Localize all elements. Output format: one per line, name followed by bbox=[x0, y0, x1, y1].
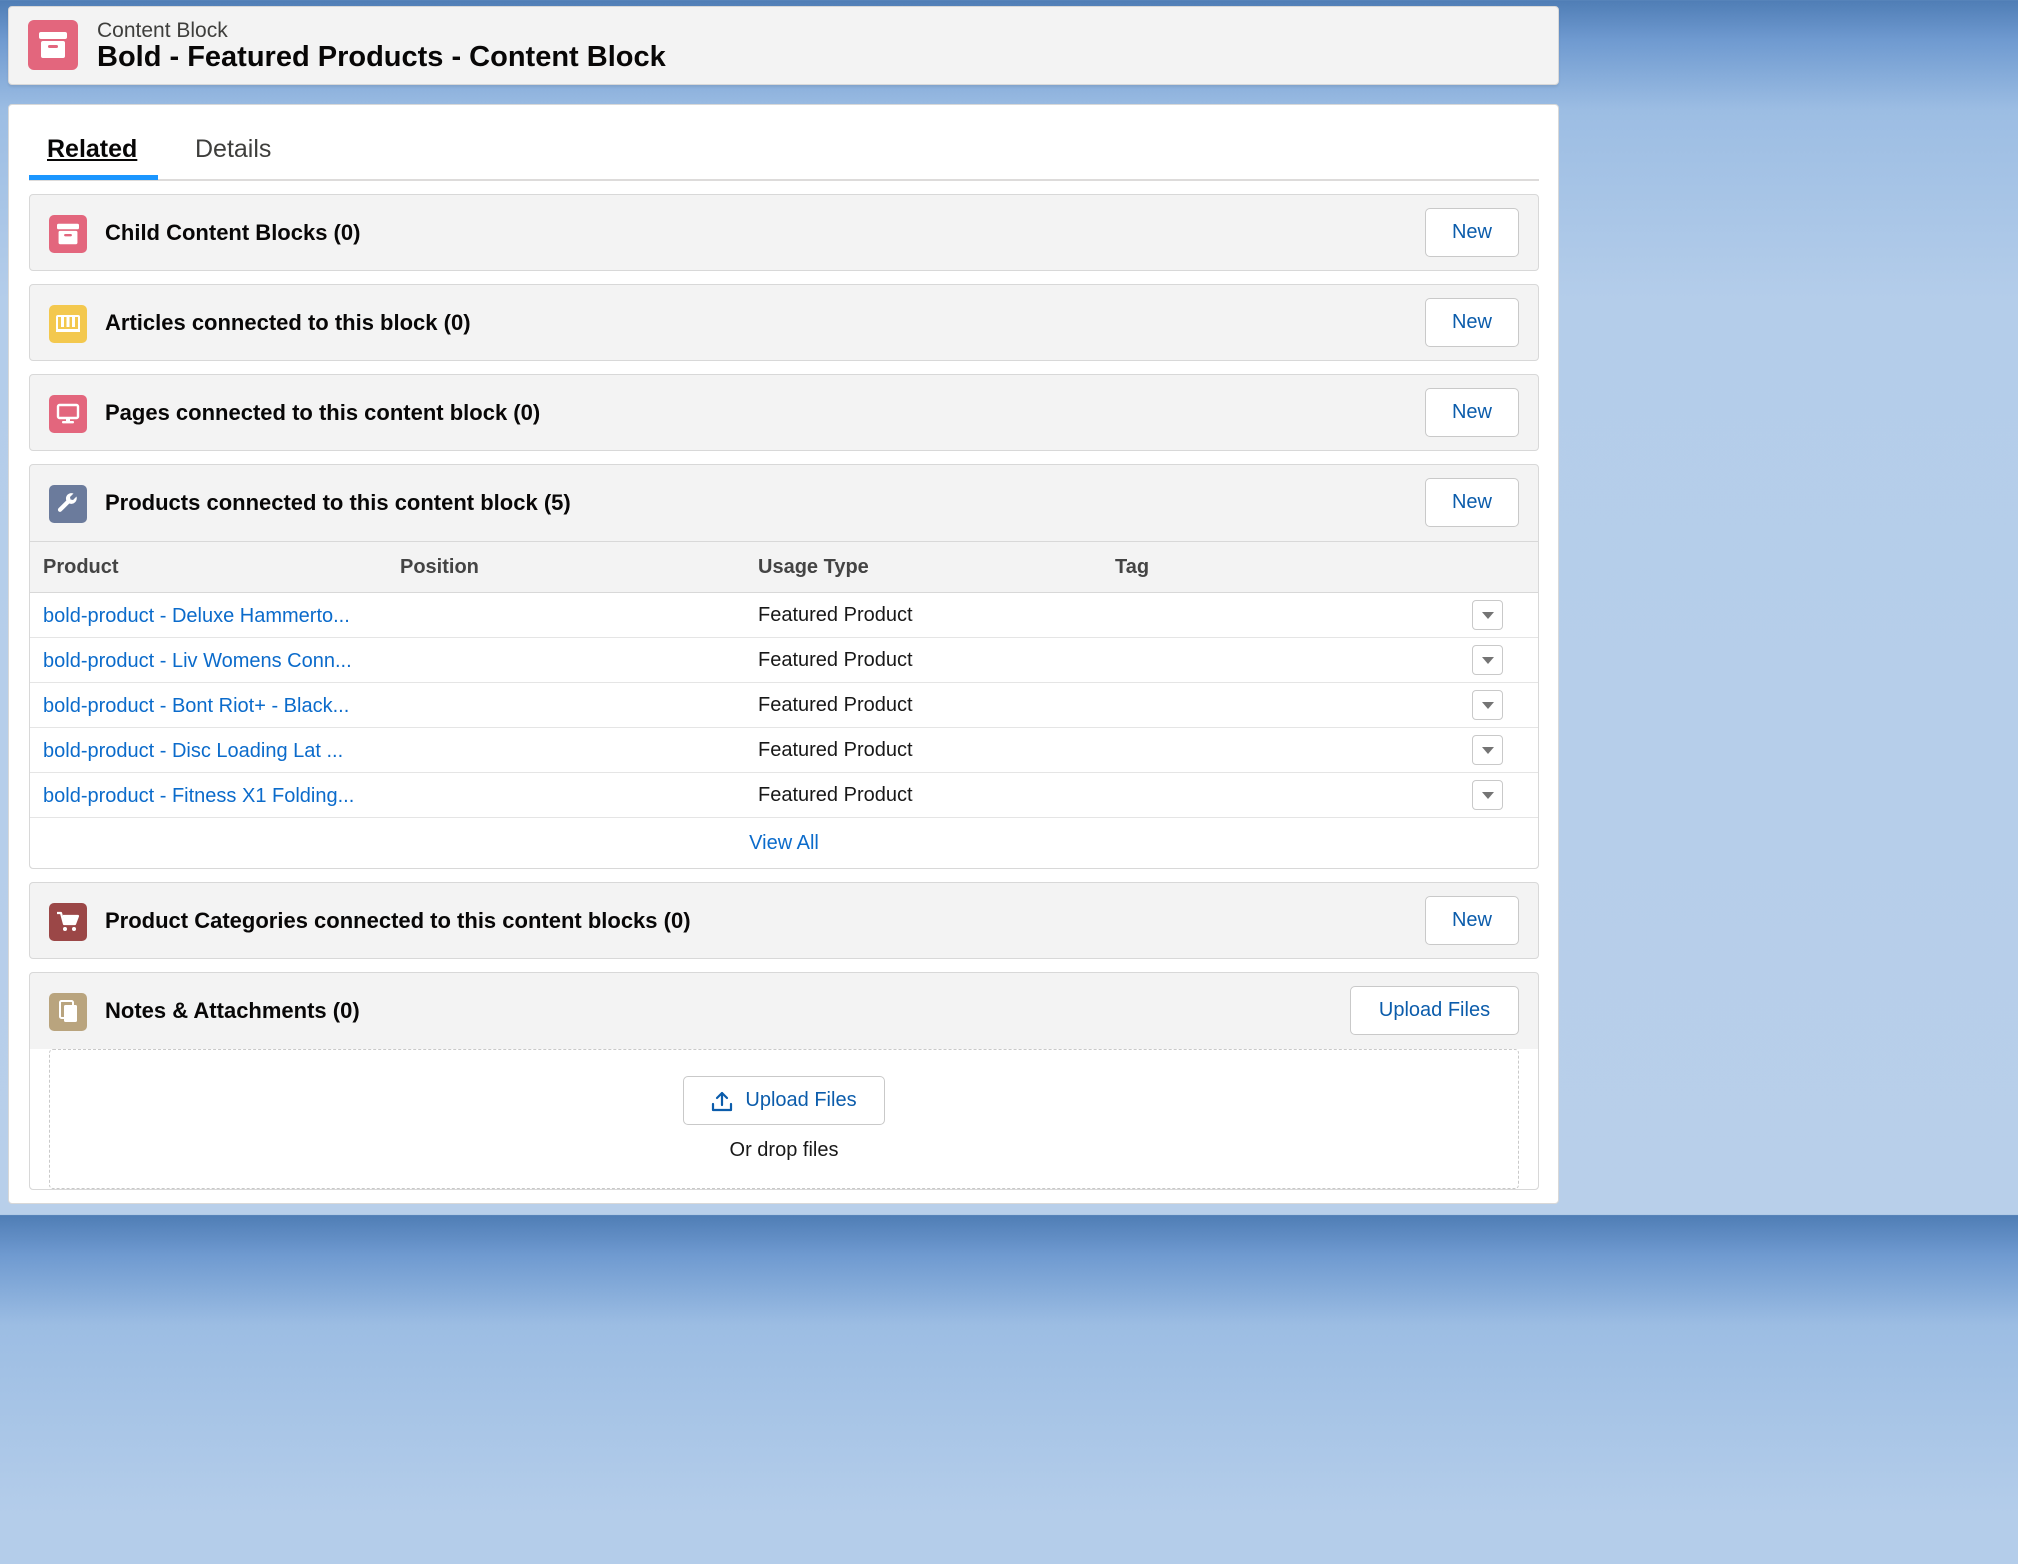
related-list-articles: Articles connected to this block (0) New bbox=[29, 284, 1539, 361]
column-header-product[interactable]: Product bbox=[43, 556, 119, 579]
drop-files-hint: Or drop files bbox=[729, 1139, 839, 1161]
book-icon bbox=[49, 305, 87, 343]
view-all-link[interactable]: View All bbox=[749, 832, 819, 855]
upload-icon bbox=[712, 1091, 733, 1111]
new-category-button[interactable]: New bbox=[1425, 896, 1519, 945]
chevron-down-icon bbox=[1481, 746, 1494, 754]
row-actions-button[interactable] bbox=[1472, 690, 1503, 720]
related-list-pages: Pages connected to this content block (0… bbox=[29, 374, 1539, 451]
table-header: Product Position Usage Type Tag bbox=[30, 541, 1538, 593]
column-header-position[interactable]: Position bbox=[400, 556, 479, 579]
dropzone-upload-label: Upload Files bbox=[745, 1089, 857, 1111]
row-actions-button[interactable] bbox=[1472, 645, 1503, 675]
new-page-button[interactable]: New bbox=[1425, 388, 1519, 437]
table-row: bold-product - Disc Loading Lat ... Feat… bbox=[30, 728, 1538, 773]
usage-type-cell: Featured Product bbox=[758, 739, 913, 761]
table-row: bold-product - Fitness X1 Folding... Fea… bbox=[30, 773, 1538, 818]
record-body: Related Details Child Content Blocks (0)… bbox=[8, 104, 1559, 1204]
record-object-type: Content Block bbox=[97, 19, 228, 42]
new-child-block-button[interactable]: New bbox=[1425, 208, 1519, 257]
usage-type-cell: Featured Product bbox=[758, 649, 913, 671]
usage-type-cell: Featured Product bbox=[758, 604, 913, 626]
table-row: bold-product - Bont Riot+ - Black... Fea… bbox=[30, 683, 1538, 728]
chevron-down-icon bbox=[1481, 701, 1494, 709]
usage-type-cell: Featured Product bbox=[758, 694, 913, 716]
related-list-title: Notes & Attachments (0) bbox=[105, 998, 360, 1023]
archive-box-icon bbox=[28, 20, 78, 70]
tab-bar: Related Details bbox=[29, 105, 1539, 181]
column-header-tag[interactable]: Tag bbox=[1115, 556, 1149, 579]
related-list-title: Child Content Blocks (0) bbox=[105, 220, 361, 245]
chevron-down-icon bbox=[1481, 611, 1494, 619]
product-link[interactable]: bold-product - Liv Womens Conn... bbox=[43, 650, 352, 673]
table-row: bold-product - Deluxe Hammerto... Featur… bbox=[30, 593, 1538, 638]
file-drop-area: Upload Files Or drop files bbox=[30, 1049, 1538, 1189]
table-row: bold-product - Liv Womens Conn... Featur… bbox=[30, 638, 1538, 683]
dropzone[interactable]: Upload Files Or drop files bbox=[49, 1049, 1519, 1189]
product-link[interactable]: bold-product - Disc Loading Lat ... bbox=[43, 740, 343, 763]
row-actions-button[interactable] bbox=[1472, 735, 1503, 765]
chevron-down-icon bbox=[1481, 791, 1494, 799]
monitor-icon bbox=[49, 395, 87, 433]
product-link[interactable]: bold-product - Bont Riot+ - Black... bbox=[43, 695, 349, 718]
related-list-title: Products connected to this content block… bbox=[105, 490, 571, 515]
chevron-down-icon bbox=[1481, 656, 1494, 664]
table-body: bold-product - Deluxe Hammerto... Featur… bbox=[30, 593, 1538, 818]
view-all-footer: View All bbox=[30, 818, 1538, 868]
product-link[interactable]: bold-product - Fitness X1 Folding... bbox=[43, 785, 354, 808]
row-actions-button[interactable] bbox=[1472, 600, 1503, 630]
usage-type-cell: Featured Product bbox=[758, 784, 913, 806]
documents-icon bbox=[49, 993, 87, 1031]
row-actions-button[interactable] bbox=[1472, 780, 1503, 810]
dropzone-upload-button[interactable]: Upload Files bbox=[683, 1076, 885, 1125]
related-list-title: Articles connected to this block (0) bbox=[105, 310, 471, 335]
cart-icon bbox=[49, 903, 87, 941]
column-header-usage-type[interactable]: Usage Type bbox=[758, 556, 869, 579]
active-tab-indicator bbox=[29, 175, 158, 180]
related-list-product-categories: Product Categories connected to this con… bbox=[29, 882, 1539, 959]
upload-files-button[interactable]: Upload Files bbox=[1350, 986, 1519, 1035]
related-list-title: Pages connected to this content block (0… bbox=[105, 400, 541, 425]
new-product-button[interactable]: New bbox=[1425, 478, 1519, 527]
related-list-products: Products connected to this content block… bbox=[29, 464, 1539, 869]
related-list-notes-attachments: Notes & Attachments (0) Upload Files Upl… bbox=[29, 972, 1539, 1190]
archive-box-icon bbox=[49, 215, 87, 253]
record-title: Bold - Featured Products - Content Block bbox=[97, 41, 666, 73]
related-list-title: Product Categories connected to this con… bbox=[105, 908, 691, 933]
product-link[interactable]: bold-product - Deluxe Hammerto... bbox=[43, 605, 350, 628]
wrench-icon bbox=[49, 485, 87, 523]
tab-details[interactable]: Details bbox=[195, 135, 271, 164]
new-article-button[interactable]: New bbox=[1425, 298, 1519, 347]
related-list-child-content-blocks: Child Content Blocks (0) New bbox=[29, 194, 1539, 271]
tab-related[interactable]: Related bbox=[47, 135, 137, 164]
record-header: Content Block Bold - Featured Products -… bbox=[8, 6, 1559, 85]
